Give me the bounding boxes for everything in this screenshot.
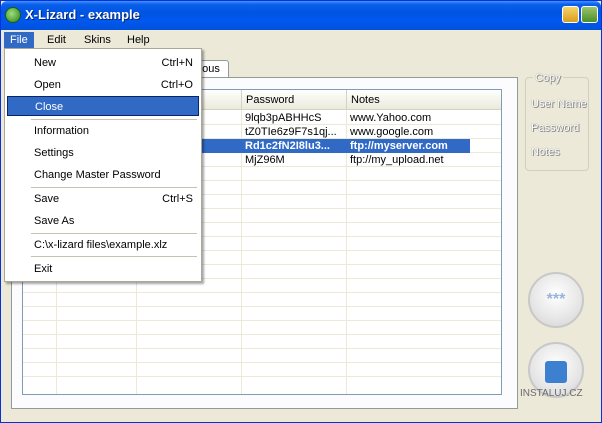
- cell-password: tZ0TIe6z9F7s1qj...: [245, 126, 337, 138]
- menu-separator: [31, 233, 197, 234]
- menu-item-settings[interactable]: Settings: [7, 143, 199, 163]
- header-password[interactable]: Password: [241, 90, 346, 110]
- file-menu-dropdown: New Ctrl+N Open Ctrl+O Close Information…: [4, 48, 202, 282]
- menu-item-exit[interactable]: Exit: [7, 259, 199, 279]
- row-divider: [23, 334, 501, 335]
- minimize-button[interactable]: [562, 6, 579, 23]
- menu-item-shortcut: Ctrl+S: [162, 193, 193, 205]
- instaluj-logo-icon: [545, 361, 567, 383]
- menu-item-shortcut: Ctrl+O: [160, 79, 193, 91]
- reveal-password-button[interactable]: ***: [528, 272, 584, 328]
- menu-item-recent-file[interactable]: C:\x-lizard files\example.xlz: [7, 235, 199, 255]
- menu-separator: [31, 256, 197, 257]
- menu-item-open[interactable]: Open Ctrl+O: [7, 75, 199, 95]
- menu-edit[interactable]: Edit: [41, 32, 72, 49]
- copy-notes-button[interactable]: Notes: [531, 146, 560, 158]
- copy-group-title: Copy: [533, 72, 563, 84]
- menu-file[interactable]: File: [4, 32, 34, 49]
- menu-item-label: Exit: [34, 263, 53, 275]
- menu-item-label: Change Master Password: [34, 169, 161, 181]
- row-divider: [23, 376, 501, 377]
- reveal-password-label: ***: [546, 291, 566, 308]
- menu-item-label: Save: [34, 193, 60, 205]
- row-divider: [23, 348, 501, 349]
- menu-separator: [31, 187, 197, 188]
- menu-item-new[interactable]: New Ctrl+N: [7, 53, 199, 73]
- lizard-app-icon: [5, 7, 21, 23]
- menu-skins[interactable]: Skins: [78, 32, 117, 49]
- title-bar[interactable]: X-Lizard - example: [1, 1, 601, 30]
- close-window-button[interactable]: [581, 6, 598, 23]
- menu-item-label: Close: [35, 101, 64, 113]
- menu-item-label: New: [34, 57, 57, 69]
- cell-password: Rd1c2fN2I8lu3...: [241, 139, 346, 153]
- menu-item-save-as[interactable]: Save As: [7, 211, 199, 231]
- menu-bar: File Edit Skins Help: [1, 30, 601, 50]
- menu-help[interactable]: Help: [121, 32, 156, 49]
- menu-item-label: Information: [34, 125, 90, 137]
- row-divider: [23, 292, 501, 293]
- cell-notes: ftp://myserver.com: [346, 139, 470, 153]
- menu-item-label: C:\x-lizard files\example.xlz: [34, 239, 168, 251]
- window-title: X-Lizard - example: [25, 7, 140, 22]
- copy-password-button[interactable]: Password: [531, 122, 579, 134]
- menu-item-save[interactable]: Save Ctrl+S: [7, 189, 199, 209]
- menu-item-change-master-password[interactable]: Change Master Password: [7, 165, 199, 185]
- cell-password: 9lqb3pABHHcS: [245, 112, 322, 124]
- cell-notes: www.Yahoo.com: [350, 112, 432, 124]
- cell-password: MjZ96M: [245, 154, 285, 166]
- cell-notes: ftp://my_upload.net: [350, 154, 444, 166]
- menu-item-shortcut: Ctrl+N: [161, 57, 193, 69]
- menu-item-label: Open: [34, 79, 61, 91]
- header-notes[interactable]: Notes: [346, 90, 501, 110]
- copy-user-name-button[interactable]: User Name: [531, 98, 587, 110]
- menu-item-close[interactable]: Close: [7, 96, 199, 116]
- row-divider: [23, 362, 501, 363]
- watermark-text: INSTALUJ.CZ: [520, 388, 583, 399]
- menu-item-label: Save As: [34, 215, 75, 227]
- row-divider: [23, 306, 501, 307]
- row-divider: [23, 320, 501, 321]
- cell-notes: www.google.com: [350, 126, 434, 138]
- menu-item-label: Settings: [34, 147, 74, 159]
- menu-item-information[interactable]: Information: [7, 121, 199, 141]
- menu-separator: [31, 119, 197, 120]
